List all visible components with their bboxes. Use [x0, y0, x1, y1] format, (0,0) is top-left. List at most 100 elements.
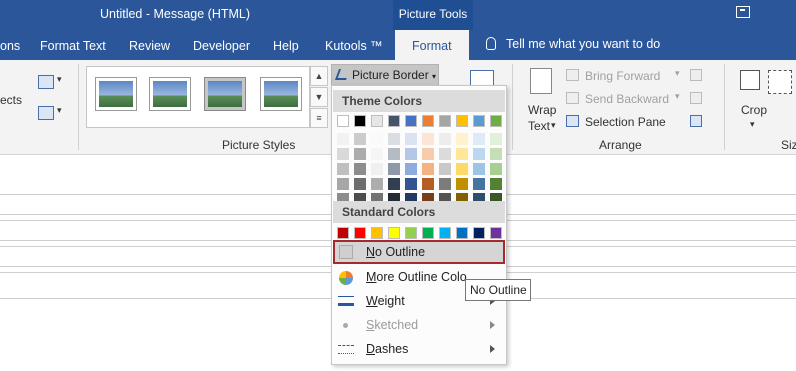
theme-color-swatch[interactable] — [371, 115, 383, 127]
theme-color-swatch[interactable] — [490, 115, 502, 127]
theme-shade-swatch[interactable] — [388, 133, 400, 145]
send-backward-dropdown-icon[interactable]: ▾ — [675, 91, 680, 102]
theme-shade-swatch[interactable] — [405, 148, 417, 160]
theme-shade-swatch[interactable] — [456, 178, 468, 190]
theme-shade-swatch[interactable] — [337, 133, 349, 145]
theme-shade-swatch[interactable] — [405, 163, 417, 175]
theme-shade-swatch[interactable] — [422, 148, 434, 160]
theme-color-swatch[interactable] — [422, 115, 434, 127]
theme-shade-swatch[interactable] — [439, 148, 451, 160]
wrap-text-line1[interactable]: Wrap — [528, 103, 556, 117]
picture-style-thumb[interactable] — [95, 77, 137, 111]
theme-shade-swatch[interactable] — [371, 178, 383, 190]
theme-shade-swatch[interactable] — [337, 163, 349, 175]
theme-shade-swatch[interactable] — [354, 133, 366, 145]
selection-pane-button[interactable]: Selection Pane — [585, 115, 666, 129]
standard-color-swatch[interactable] — [473, 227, 485, 239]
standard-color-swatch[interactable] — [354, 227, 366, 239]
tab-format-text[interactable]: Format Text — [40, 39, 106, 53]
wrap-text-line2[interactable]: Text — [528, 119, 550, 133]
standard-color-swatch[interactable] — [388, 227, 400, 239]
theme-shade-swatch[interactable] — [354, 178, 366, 190]
theme-shade-swatch[interactable] — [354, 163, 366, 175]
rotate-icon[interactable] — [38, 106, 54, 120]
theme-shade-swatch[interactable] — [490, 178, 502, 190]
tab-developer[interactable]: Developer — [193, 39, 250, 53]
theme-shade-swatch[interactable] — [473, 133, 485, 145]
align-dropdown-icon[interactable]: ▾ — [57, 74, 62, 85]
send-backward-button[interactable]: Send Backward — [585, 92, 669, 106]
theme-shade-swatch[interactable] — [405, 133, 417, 145]
theme-color-swatch[interactable] — [337, 115, 349, 127]
tab-help[interactable]: Help — [273, 39, 299, 53]
theme-shade-swatch[interactable] — [337, 178, 349, 190]
group-objects-icon[interactable] — [690, 92, 702, 104]
theme-shade-swatch[interactable] — [473, 148, 485, 160]
picture-border-button[interactable]: Picture Border ▾ — [331, 64, 439, 86]
theme-shade-swatch[interactable] — [439, 178, 451, 190]
theme-shade-swatch[interactable] — [337, 148, 349, 160]
theme-shade-swatch[interactable] — [388, 178, 400, 190]
standard-color-swatch[interactable] — [422, 227, 434, 239]
theme-shade-swatch[interactable] — [405, 178, 417, 190]
tell-me-search[interactable]: Tell me what you want to do — [486, 37, 660, 51]
theme-shade-swatch[interactable] — [422, 133, 434, 145]
theme-shade-swatch[interactable] — [456, 163, 468, 175]
theme-shade-swatch[interactable] — [371, 163, 383, 175]
sketched-item[interactable]: Sketched — [333, 314, 505, 338]
align-icon[interactable] — [38, 75, 54, 89]
theme-shade-swatch[interactable] — [439, 163, 451, 175]
theme-color-swatch[interactable] — [456, 115, 468, 127]
theme-color-swatch[interactable] — [354, 115, 366, 127]
crop-button[interactable]: Crop — [741, 103, 767, 117]
picture-style-thumb[interactable] — [260, 77, 302, 111]
theme-shade-swatch[interactable] — [388, 148, 400, 160]
theme-shade-swatch[interactable] — [388, 163, 400, 175]
theme-shade-swatch[interactable] — [371, 148, 383, 160]
tab-review[interactable]: Review — [129, 39, 170, 53]
theme-color-swatch[interactable] — [473, 115, 485, 127]
standard-color-swatch[interactable] — [490, 227, 502, 239]
wrap-text-icon[interactable] — [530, 68, 552, 94]
theme-shade-swatch[interactable] — [490, 163, 502, 175]
crop-dropdown-icon[interactable]: ▾ — [750, 119, 755, 130]
standard-color-swatch[interactable] — [439, 227, 451, 239]
no-outline-item[interactable]: No Outline — [333, 240, 505, 264]
ribbon-left-partial-label[interactable]: ects — [0, 93, 22, 107]
theme-color-swatch[interactable] — [439, 115, 451, 127]
dashes-item[interactable]: Dashes — [333, 338, 505, 362]
gallery-up-icon[interactable]: ▲ — [310, 66, 328, 86]
bring-forward-dropdown-icon[interactable]: ▾ — [675, 68, 680, 79]
tab-kutools[interactable]: Kutools ™ — [325, 39, 383, 53]
picture-style-thumb[interactable] — [149, 77, 191, 111]
theme-shade-swatch[interactable] — [490, 148, 502, 160]
tab-format[interactable]: Format — [395, 30, 469, 61]
picture-style-thumb-selected[interactable] — [204, 77, 246, 111]
rotate-dropdown-icon[interactable]: ▾ — [57, 105, 62, 116]
theme-shade-swatch[interactable] — [439, 133, 451, 145]
theme-shade-swatch[interactable] — [371, 133, 383, 145]
theme-shade-swatch[interactable] — [473, 163, 485, 175]
bring-forward-button[interactable]: Bring Forward — [585, 69, 660, 83]
theme-shade-swatch[interactable] — [473, 178, 485, 190]
ribbon-display-options-icon[interactable] — [736, 6, 750, 18]
gallery-more-icon[interactable]: ≡ — [310, 108, 328, 128]
standard-color-swatch[interactable] — [405, 227, 417, 239]
theme-shade-swatch[interactable] — [490, 133, 502, 145]
gallery-down-icon[interactable]: ▼ — [310, 87, 328, 107]
theme-color-swatch[interactable] — [388, 115, 400, 127]
tab-options-partial[interactable]: ons — [0, 39, 20, 53]
theme-shade-swatch[interactable] — [456, 148, 468, 160]
theme-shade-swatch[interactable] — [422, 178, 434, 190]
crop-icon[interactable] — [740, 70, 760, 90]
align-objects-icon[interactable] — [690, 69, 702, 81]
theme-shade-swatch[interactable] — [422, 163, 434, 175]
theme-shade-swatch[interactable] — [354, 148, 366, 160]
standard-color-swatch[interactable] — [456, 227, 468, 239]
theme-color-swatch[interactable] — [405, 115, 417, 127]
standard-color-swatch[interactable] — [337, 227, 349, 239]
standard-color-swatch[interactable] — [371, 227, 383, 239]
rotate-objects-icon[interactable] — [690, 115, 702, 127]
wrap-text-dropdown-icon[interactable]: ▾ — [551, 120, 556, 131]
theme-shade-swatch[interactable] — [456, 133, 468, 145]
